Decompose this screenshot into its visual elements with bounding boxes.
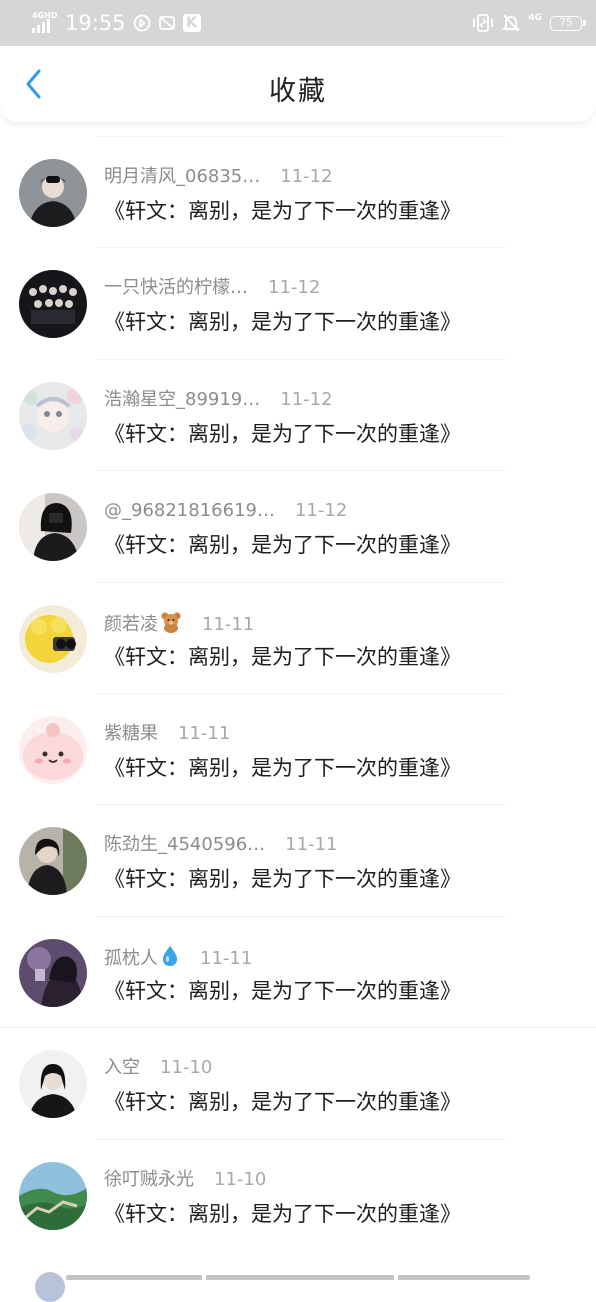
item-meta: 颜若凌 11-11 [104, 611, 254, 637]
item-meta: 徐叮贼永光 11-10 [104, 1168, 266, 1192]
notification-off-icon [158, 14, 176, 32]
avatar [35, 1272, 65, 1302]
item-meta: 明月清风_06835… 11-12 [104, 165, 333, 189]
date: 11-12 [294, 500, 348, 522]
date: 11-11 [178, 722, 231, 744]
list-item[interactable]: 一只快活的柠檬… 11-12 《轩文：离别，是为了下一次的重逢》 [0, 233, 596, 344]
divider [96, 804, 506, 806]
username[interactable]: 浩瀚星空_89919… [104, 389, 260, 410]
list-item[interactable]: 颜若凌 11-11 《轩文：离别，是为了下一次的重逢》 [0, 568, 596, 679]
item-meta: 入空 11-10 [104, 1056, 212, 1080]
divider [96, 470, 506, 472]
k-app-icon: K [182, 14, 201, 32]
date: 11-12 [280, 388, 333, 410]
item-meta: @_96821816619… 11-12 [104, 499, 347, 523]
droplet-icon [162, 945, 178, 966]
list-item[interactable]: 入空 11-10 《轩文：离别，是为了下一次的重逢》 [0, 1013, 596, 1124]
item-meta: 一只快活的柠檬… 11-12 [104, 276, 320, 300]
item-meta: 陈劲生_4540596… 11-11 [104, 833, 337, 857]
divider [96, 1138, 506, 1140]
date: 11-11 [285, 834, 338, 856]
item-meta: 孤枕人 11-11 [104, 945, 252, 971]
avatar[interactable] [19, 827, 87, 896]
divider [96, 692, 506, 694]
item-title[interactable]: 《轩文：离别，是为了下一次的重逢》 [104, 1088, 461, 1116]
vibrate-icon [472, 13, 494, 33]
username[interactable]: @_96821816619… [104, 500, 275, 521]
username[interactable]: 陈劲生_4540596… [104, 834, 265, 855]
network-type-right: 4G [528, 12, 542, 23]
item-meta: 紫糖果 11-11 [104, 722, 230, 746]
avatar[interactable] [19, 159, 87, 227]
item-title[interactable]: 《轩文：离别，是为了下一次的重逢》 [104, 754, 461, 782]
list-item[interactable]: 明月清风_06835… 11-12 《轩文：离别，是为了下一次的重逢》 [0, 122, 596, 233]
username[interactable]: 徐叮贼永光 [104, 1169, 194, 1190]
item-title[interactable]: 《轩文：离别，是为了下一次的重逢》 [104, 420, 461, 448]
username[interactable]: 入空 [104, 1057, 140, 1078]
signal-icon: 4GHD [32, 12, 58, 34]
item-title[interactable]: 《轩文：离别，是为了下一次的重逢》 [104, 977, 461, 1005]
item-title[interactable]: 《轩文：离别，是为了下一次的重逢》 [104, 308, 461, 336]
date: 11-10 [214, 1168, 267, 1190]
favorites-list: 明月清风_06835… 11-12 《轩文：离别，是为了下一次的重逢》 一只快活的… [0, 122, 596, 1236]
avatar[interactable] [19, 1050, 87, 1119]
list-item[interactable]: @_96821816619… 11-12 《轩文：离别，是为了下一次的重逢》 [0, 456, 596, 567]
avatar[interactable] [19, 604, 87, 673]
list-item[interactable]: 孤枕人 11-11 《轩文：离别，是为了下一次的重逢》 [0, 902, 596, 1013]
battery-icon: 75 [550, 15, 586, 31]
avatar[interactable] [19, 715, 87, 784]
loading-placeholder [66, 1275, 530, 1280]
divider [0, 1027, 596, 1029]
bear-icon [161, 612, 181, 633]
username[interactable]: 颜若凌 [104, 614, 158, 635]
avatar[interactable] [19, 1161, 87, 1230]
date: 11-10 [160, 1057, 213, 1079]
item-title[interactable]: 《轩文：离别，是为了下一次的重逢》 [104, 197, 461, 225]
clock: 19:55 [65, 11, 126, 35]
item-title[interactable]: 《轩文：离别，是为了下一次的重逢》 [104, 1200, 461, 1228]
divider [96, 581, 506, 583]
item-meta: 浩瀚星空_89919… 11-12 [104, 388, 333, 412]
avatar[interactable] [19, 493, 87, 562]
divider [96, 136, 506, 137]
date: 11-11 [200, 947, 253, 969]
divider [96, 358, 506, 360]
item-title[interactable]: 《轩文：离别，是为了下一次的重逢》 [104, 865, 461, 893]
username[interactable]: 孤枕人 [104, 948, 158, 969]
username[interactable]: 一只快活的柠檬… [104, 277, 248, 298]
date: 11-11 [202, 613, 255, 635]
list-item[interactable]: 紫糖果 11-11 《轩文：离别，是为了下一次的重逢》 [0, 679, 596, 790]
list-item[interactable]: 陈劲生_4540596… 11-11 《轩文：离别，是为了下一次的重逢》 [0, 790, 596, 901]
divider [96, 915, 506, 917]
page-title: 收藏 [269, 76, 327, 107]
item-title[interactable]: 《轩文：离别，是为了下一次的重逢》 [104, 531, 461, 559]
item-title[interactable]: 《轩文：离别，是为了下一次的重逢》 [104, 643, 461, 671]
avatar[interactable] [19, 938, 87, 1007]
date: 11-12 [268, 277, 321, 299]
status-bar: 4GHD 19:55 K 4G 75 [0, 0, 596, 46]
date: 11-12 [280, 166, 333, 187]
avatar[interactable] [19, 381, 87, 450]
divider [96, 247, 506, 249]
hotspot-icon [133, 14, 151, 32]
username[interactable]: 紫糖果 [104, 723, 158, 744]
header: 收藏 [0, 46, 596, 122]
list-item[interactable]: 浩瀚星空_89919… 11-12 《轩文：离别，是为了下一次的重逢》 [0, 345, 596, 456]
avatar[interactable] [19, 270, 87, 339]
username[interactable]: 明月清风_06835… [104, 166, 260, 187]
next-list-item-peek [0, 1252, 596, 1302]
mute-icon [502, 13, 521, 33]
list-item[interactable]: 徐叮贼永光 11-10 《轩文：离别，是为了下一次的重逢》 [0, 1125, 596, 1236]
